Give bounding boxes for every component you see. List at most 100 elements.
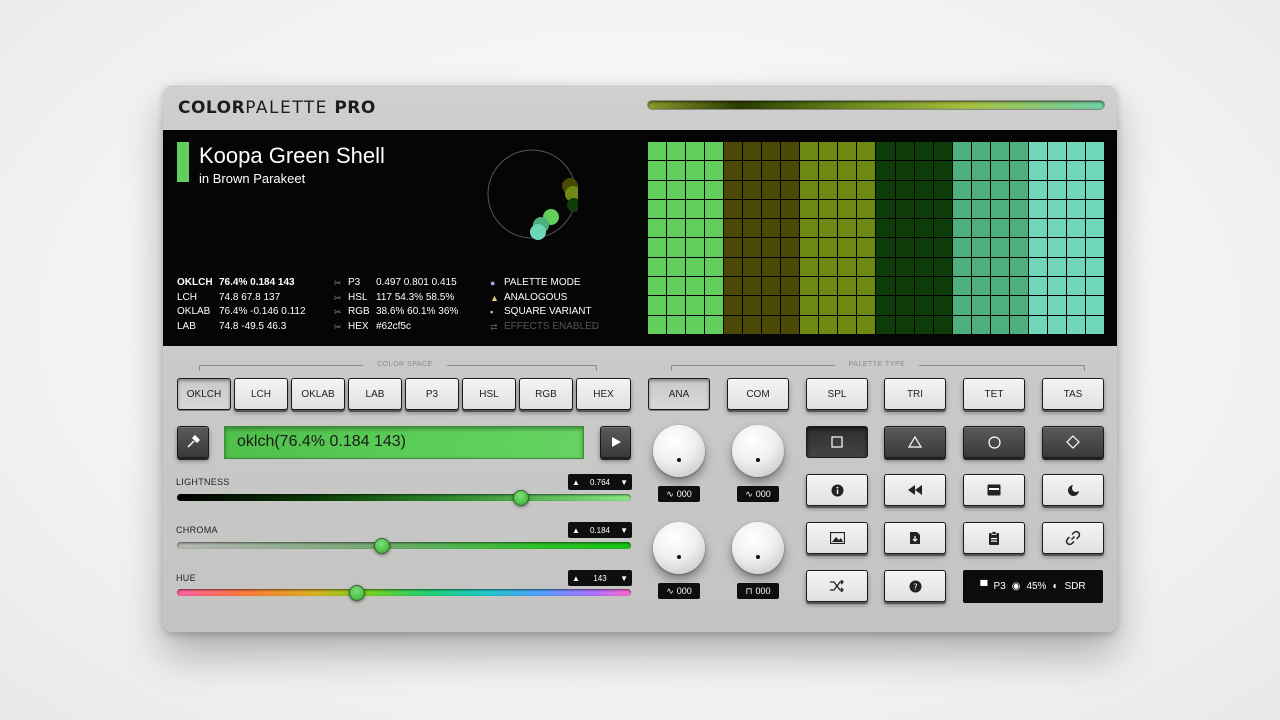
palette-cell[interactable] — [1047, 199, 1066, 219]
palette-cell[interactable] — [1009, 315, 1028, 334]
palette-cell[interactable] — [1009, 161, 1028, 180]
palette-cell[interactable] — [1085, 315, 1104, 334]
palette-cell[interactable] — [933, 199, 952, 219]
palette-cell[interactable] — [895, 142, 914, 161]
palette-cell[interactable] — [990, 219, 1009, 238]
palette-cell[interactable] — [876, 219, 895, 238]
knob-3[interactable] — [653, 522, 705, 574]
palette-cell[interactable] — [800, 296, 819, 315]
color-space-hsl-button[interactable]: HSL — [462, 378, 516, 410]
palette-cell[interactable] — [1028, 161, 1047, 180]
palette-cell[interactable] — [1047, 296, 1066, 315]
palette-cell[interactable] — [762, 238, 781, 257]
palette-cell[interactable] — [686, 315, 705, 334]
palette-cell[interactable] — [952, 315, 971, 334]
palette-cell[interactable] — [1028, 296, 1047, 315]
palette-cell[interactable] — [762, 296, 781, 315]
palette-cell[interactable] — [1085, 142, 1104, 161]
palette-cell[interactable] — [800, 161, 819, 180]
palette-cell[interactable] — [876, 238, 895, 257]
download-file-button[interactable] — [884, 522, 946, 554]
palette-cell[interactable] — [743, 238, 762, 257]
palette-cell[interactable] — [1028, 277, 1047, 296]
palette-cell[interactable] — [990, 161, 1009, 180]
palette-cell[interactable] — [819, 238, 838, 257]
palette-cell[interactable] — [667, 199, 686, 219]
stepper-up-icon[interactable]: ▲ — [572, 574, 580, 583]
palette-cell[interactable] — [743, 219, 762, 238]
palette-cell[interactable] — [895, 238, 914, 257]
palette-cell[interactable] — [990, 180, 1009, 199]
palette-cell[interactable] — [781, 142, 800, 161]
palette-cell[interactable] — [762, 219, 781, 238]
palette-cell[interactable] — [971, 315, 990, 334]
palette-cell[interactable] — [724, 238, 743, 257]
palette-cell[interactable] — [838, 238, 857, 257]
palette-cell[interactable] — [667, 296, 686, 315]
palette-cell[interactable] — [895, 315, 914, 334]
palette-cell[interactable] — [743, 257, 762, 277]
palette-cell[interactable] — [914, 277, 933, 296]
chroma-stepper[interactable]: ▲ 0.184 ▼ — [568, 522, 632, 538]
hue-slider-thumb[interactable] — [349, 585, 366, 601]
palette-cell[interactable] — [971, 238, 990, 257]
palette-cell[interactable] — [686, 296, 705, 315]
palette-cell[interactable] — [838, 161, 857, 180]
palette-cell[interactable] — [724, 199, 743, 219]
palette-cell[interactable] — [819, 296, 838, 315]
lfo-4-readout[interactable]: ⊓ 000 — [737, 583, 779, 599]
palette-cell[interactable] — [1085, 180, 1104, 199]
shuffle-button[interactable] — [806, 570, 868, 602]
knob-4[interactable] — [732, 522, 784, 574]
palette-cell[interactable] — [933, 219, 952, 238]
lightness-stepper[interactable]: ▲ 0.764 ▼ — [568, 474, 632, 490]
palette-cell[interactable] — [952, 219, 971, 238]
palette-cell[interactable] — [800, 219, 819, 238]
palette-cell[interactable] — [1085, 199, 1104, 219]
palette-cell[interactable] — [952, 296, 971, 315]
palette-cell[interactable] — [705, 238, 724, 257]
palette-cell[interactable] — [648, 180, 667, 199]
palette-cell[interactable] — [800, 257, 819, 277]
palette-cell[interactable] — [1009, 199, 1028, 219]
stepper-up-icon[interactable]: ▲ — [572, 526, 580, 535]
palette-cell[interactable] — [743, 199, 762, 219]
palette-cell[interactable] — [895, 257, 914, 277]
palette-cell[interactable] — [1047, 219, 1066, 238]
palette-cell[interactable] — [914, 238, 933, 257]
eyedropper-button[interactable] — [177, 426, 209, 458]
palette-cell[interactable] — [781, 180, 800, 199]
palette-cell[interactable] — [648, 161, 667, 180]
palette-cell[interactable] — [914, 219, 933, 238]
palette-cell[interactable] — [724, 296, 743, 315]
palette-cell[interactable] — [686, 161, 705, 180]
palette-cell[interactable] — [781, 199, 800, 219]
palette-cell[interactable] — [971, 257, 990, 277]
palette-cell[interactable] — [933, 315, 952, 334]
palette-cell[interactable] — [857, 257, 876, 277]
palette-cell[interactable] — [743, 296, 762, 315]
palette-cell[interactable] — [743, 161, 762, 180]
palette-cell[interactable] — [667, 219, 686, 238]
palette-cell[interactable] — [876, 257, 895, 277]
palette-cell[interactable] — [705, 277, 724, 296]
palette-cell[interactable] — [686, 238, 705, 257]
palette-cell[interactable] — [1066, 238, 1085, 257]
palette-cell[interactable] — [1009, 238, 1028, 257]
palette-cell[interactable] — [1085, 161, 1104, 180]
palette-cell[interactable] — [857, 296, 876, 315]
palette-cell[interactable] — [971, 277, 990, 296]
palette-cell[interactable] — [1066, 219, 1085, 238]
palette-type-tet-button[interactable]: TET — [963, 378, 1025, 410]
hue-stepper[interactable]: ▲ 143 ▼ — [568, 570, 632, 586]
color-space-hex-button[interactable]: HEX — [576, 378, 631, 410]
palette-cell[interactable] — [952, 161, 971, 180]
palette-cell[interactable] — [1085, 257, 1104, 277]
palette-cell[interactable] — [876, 161, 895, 180]
palette-cell[interactable] — [724, 142, 743, 161]
palette-cell[interactable] — [1028, 219, 1047, 238]
palette-cell[interactable] — [838, 277, 857, 296]
palette-cell[interactable] — [914, 199, 933, 219]
palette-type-ana-button[interactable]: ANA — [648, 378, 710, 410]
palette-cell[interactable] — [705, 257, 724, 277]
